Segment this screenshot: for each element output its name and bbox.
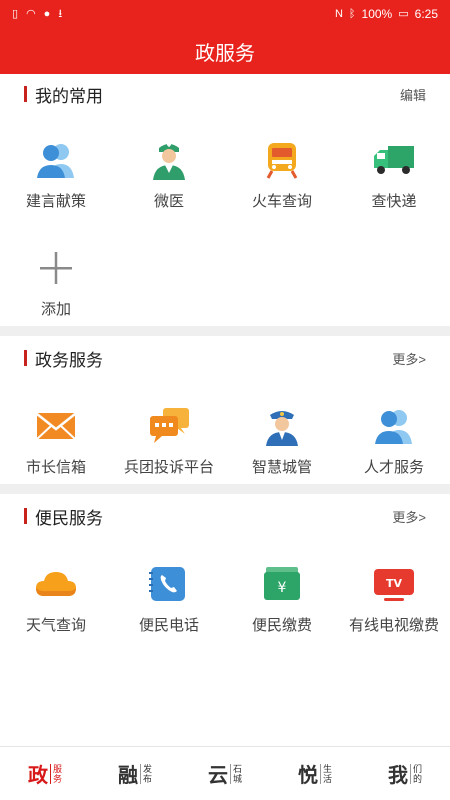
shortcut-doctor[interactable]: 微医 <box>113 140 225 211</box>
section-title: 便民服务 <box>35 508 103 528</box>
tab-label: 悦 <box>297 765 318 787</box>
shortcut-label: 查快递 <box>371 193 417 210</box>
mail-icon <box>34 406 78 446</box>
add-shortcut-button[interactable]: 添加 <box>0 248 112 319</box>
shortcut-label: 添加 <box>40 301 71 318</box>
phone-icon <box>147 564 191 604</box>
battery-icon: ▭ <box>398 8 409 20</box>
section-marker <box>24 350 27 366</box>
section-title: 政务服务 <box>35 350 103 370</box>
section-public-services-header: 便民服务 更多> <box>0 496 450 536</box>
service-payment[interactable]: ¥ 便民缴费 <box>226 564 338 635</box>
bottom-tab-bar: 政 服务 融 发布 云 石城 悦 生活 我 们的 <box>0 746 450 800</box>
shortcut-suggestions[interactable]: 建言献策 <box>0 140 112 211</box>
battery-percent: 100% <box>361 7 393 21</box>
shortcut-label: 建言献策 <box>25 193 86 210</box>
edit-button[interactable]: 编辑 <box>400 85 426 104</box>
officer-icon <box>260 406 304 446</box>
service-phone[interactable]: 便民电话 <box>113 564 225 635</box>
service-mayor-mailbox[interactable]: 市长信箱 <box>0 406 112 477</box>
service-label: 有线电视缴费 <box>348 617 439 634</box>
service-weather[interactable]: 天气查询 <box>0 564 112 635</box>
section-my-common-header: 我的常用 编辑 <box>0 74 450 114</box>
wallet-icon: ¥ <box>260 564 304 604</box>
service-talent[interactable]: 人才服务 <box>338 406 450 477</box>
doctor-icon <box>147 140 191 180</box>
section-marker <box>24 508 27 524</box>
section-marker <box>24 86 27 102</box>
tab-gov[interactable]: 政 服务 <box>0 747 90 800</box>
tab-label: 融 <box>117 765 138 787</box>
tab-mine[interactable]: 我 们的 <box>360 747 450 800</box>
app-header: 政服务 <box>0 28 450 74</box>
app-icon: ● <box>43 8 51 20</box>
service-label: 便民电话 <box>138 617 199 634</box>
tab-sublabel: 石城 <box>229 763 242 784</box>
page-title: 政服务 <box>195 42 255 65</box>
status-bar: ▯ ◠ ● ⭳ N ᛒ 100% ▭ 6:25 <box>0 0 450 28</box>
shortcut-express[interactable]: 查快递 <box>338 140 450 211</box>
shortcut-label: 火车查询 <box>251 193 312 210</box>
bluetooth-icon: ᛒ <box>348 8 356 20</box>
users-icon <box>34 140 78 180</box>
section-gov-services-header: 政务服务 更多> <box>0 338 450 378</box>
more-link[interactable]: 更多> <box>392 349 426 368</box>
svg-text:¥: ¥ <box>278 580 287 596</box>
tab-rong[interactable]: 融 发布 <box>90 747 180 800</box>
service-label: 人才服务 <box>363 459 424 476</box>
clock: 6:25 <box>414 7 438 21</box>
tab-sublabel: 们的 <box>409 763 422 784</box>
service-label: 便民缴费 <box>251 617 312 634</box>
tab-label: 我 <box>387 765 408 787</box>
plus-icon <box>34 248 78 288</box>
notification-icon: ▯ <box>12 8 19 20</box>
truck-icon <box>372 140 416 180</box>
svg-text:TV: TV <box>386 577 403 590</box>
tab-sublabel: 生活 <box>319 763 332 784</box>
more-link[interactable]: 更多> <box>392 507 426 526</box>
section-divider <box>0 484 450 494</box>
service-label: 智慧城管 <box>251 459 312 476</box>
chat-icon <box>147 406 191 446</box>
shortcut-label: 微医 <box>153 193 184 210</box>
users-icon <box>372 406 416 446</box>
service-complaint-platform[interactable]: 兵团投诉平台 <box>113 406 225 477</box>
section-divider <box>0 326 450 336</box>
tab-label: 政 <box>27 765 48 787</box>
tab-sublabel: 服务 <box>49 763 62 784</box>
service-label: 兵团投诉平台 <box>123 459 214 476</box>
service-label: 市长信箱 <box>25 459 86 476</box>
service-cable-tv[interactable]: TV 有线电视缴费 <box>338 564 450 635</box>
tab-label: 云 <box>207 765 228 787</box>
section-title: 我的常用 <box>35 86 103 106</box>
tab-cloud[interactable]: 云 石城 <box>180 747 270 800</box>
service-label: 天气查询 <box>25 617 86 634</box>
tab-life[interactable]: 悦 生活 <box>270 747 360 800</box>
tv-icon: TV <box>372 564 416 604</box>
nfc-icon: N <box>334 8 343 20</box>
train-icon <box>260 140 304 180</box>
cloud-icon <box>34 564 78 604</box>
wifi-icon: ◠ <box>26 8 36 20</box>
download-icon: ⭳ <box>58 8 63 20</box>
shortcut-train[interactable]: 火车查询 <box>226 140 338 211</box>
tab-sublabel: 发布 <box>139 763 152 784</box>
service-smart-city[interactable]: 智慧城管 <box>226 406 338 477</box>
